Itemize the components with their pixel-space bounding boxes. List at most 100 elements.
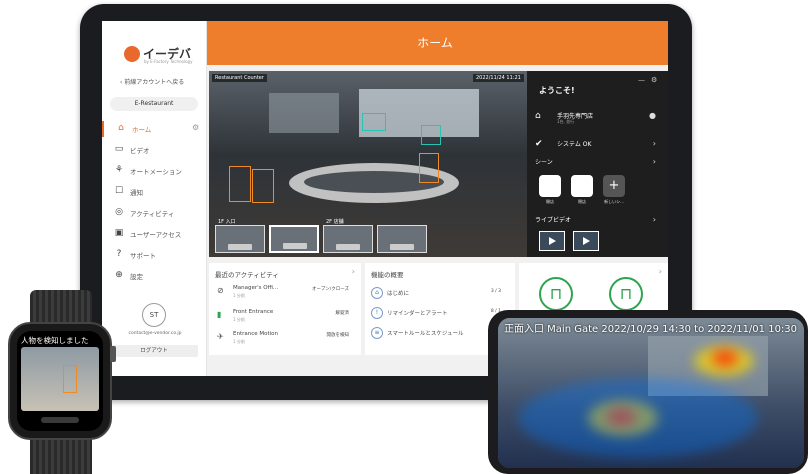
gear-icon[interactable]: ⚙ [651, 76, 663, 84]
activity-time: 1 分前 [233, 293, 245, 298]
scene-label: 閉店 [578, 199, 586, 204]
camera-thumbnail[interactable] [269, 225, 319, 253]
activity-status: 解錠済 [335, 311, 350, 316]
chevron-right-icon: › [652, 157, 656, 166]
user-email: contact@e-vendor.co.jp [128, 331, 182, 336]
video-icon: ▭ [114, 144, 124, 154]
camera-thumbnail-strip: 1F 入口 2F 店舗 [209, 219, 527, 257]
user-access-icon: ▣ [114, 228, 124, 238]
chevron-right-icon: › [652, 139, 656, 148]
activity-status: 開放を検知 [326, 333, 350, 338]
feature-row[interactable]: ! リマインダーとアラート 8 / 1 [371, 307, 501, 323]
camera-thumbnail[interactable]: 2F 店舗 [323, 219, 373, 253]
sidebar: イーデバ by E-Factory Technology ‹ 前線アカウントへ戻… [102, 21, 207, 376]
activity-row[interactable]: ▮ Front Entrance 1 分前 解錠済 [215, 307, 351, 329]
sidebar-item-label: アクティビティ [130, 210, 175, 218]
thumbnail-button[interactable] [336, 244, 360, 250]
key-icon: ⊘ [217, 286, 224, 295]
live-video-thumbnail[interactable] [539, 231, 565, 251]
minus-icon[interactable]: — [638, 76, 651, 84]
recent-activity-card: 最近のアクティビティ › ⊘ Manager's Offi... 1 分前 オー… [209, 263, 361, 355]
store-sub: 1台, 並行 [557, 119, 575, 124]
thumbnail-button[interactable] [283, 243, 307, 249]
sidebar-item-label: 設定 [130, 273, 143, 281]
home-icon: ⌂ [118, 123, 124, 133]
brand-logo-subtext: by E-Factory Technology [144, 59, 193, 64]
unlock-icon[interactable]: ⊓ [609, 277, 643, 311]
support-icon: ? [116, 249, 122, 259]
door-icon: ▮ [217, 310, 222, 319]
activity-title: Front Entrance [233, 309, 274, 315]
detection-box [63, 365, 77, 393]
avatar[interactable]: ST [142, 303, 166, 327]
activity-status: オープン/クローズ [311, 287, 349, 292]
feature-label: はじめに [387, 291, 410, 297]
activity-row[interactable]: ⊘ Manager's Offi... 1 分前 オープン/クローズ [215, 283, 351, 305]
camera-thumbnail[interactable]: 1F 入口 [215, 219, 265, 253]
back-to-account-link[interactable]: ‹ 前線アカウントへ戻る [120, 77, 184, 86]
watch-alert-text: 人物を検知しました [21, 336, 89, 345]
sidebar-item-user-access[interactable]: ▣ ユーザーアクセス [102, 226, 206, 242]
alert-icon: ! [371, 307, 383, 319]
sidebar-item-label: 通知 [130, 189, 143, 197]
sidebar-item-label: ユーザーアクセス [130, 231, 182, 239]
feature-row[interactable]: ≡ スマートルールとスケジュール 8 [371, 327, 501, 343]
thumbnail-label: 2F 店舗 [326, 219, 344, 225]
gear-icon[interactable]: ⚙ [192, 123, 199, 132]
sidebar-item-label: サポート [130, 252, 156, 260]
live-video-header[interactable]: ライブビデオ › [535, 211, 660, 233]
detection-box [229, 166, 251, 202]
thumbnail-button[interactable] [228, 244, 252, 250]
check-icon: ✔ [535, 139, 543, 149]
welcome-panel: —⚙ ようこそ! ⌂ 手羽先専門店 1台, 並行 ● ✔ システム OK › シ… [527, 71, 668, 257]
camera-thumbnail[interactable] [377, 225, 427, 253]
store-selector[interactable]: E-Restaurant [110, 97, 198, 111]
thumbnail-button[interactable] [390, 244, 414, 250]
camera-timestamp: 2022/11/24 11:21 [473, 74, 524, 82]
detection-box [419, 153, 439, 183]
brand-logo-icon [124, 46, 140, 62]
activity-row[interactable]: ✈ Entrance Motion 1 分前 開放を検知 [215, 329, 351, 351]
sidebar-item-activity[interactable]: ◎ アクティビティ [102, 205, 206, 221]
watch-camera-image[interactable] [21, 347, 99, 411]
notification-icon: ☐ [114, 186, 124, 196]
unlock-icon[interactable]: ⊓ [539, 277, 573, 311]
watch-crown[interactable] [110, 346, 116, 362]
sidebar-item-support[interactable]: ? サポート [102, 247, 206, 263]
sidebar-item-settings[interactable]: ⊕ 設定 [102, 268, 206, 284]
thumbnail-label: 1F 入口 [218, 219, 236, 225]
live-video-label: ライブビデオ [535, 217, 572, 224]
feature-row[interactable]: ⌂ はじめに 3 / 3 [371, 287, 501, 303]
sidebar-item-home[interactable]: ⌂ ホーム ⚙ [102, 121, 206, 137]
sidebar-item-label: ビデオ [130, 147, 150, 155]
sidebar-item-notifications[interactable]: ☐ 通知 [102, 184, 206, 200]
activity-title: Entrance Motion [233, 331, 279, 337]
add-scene-button[interactable]: + [603, 175, 625, 197]
scene-close-button[interactable] [571, 175, 593, 197]
scene-open-button[interactable] [539, 175, 561, 197]
camera-title: Restaurant Counter [212, 74, 267, 82]
logout-button[interactable]: ログアウト [110, 345, 198, 357]
sidebar-item-automation[interactable]: ⚘ オートメーション [102, 163, 206, 179]
info-icon[interactable]: ● [649, 111, 656, 120]
motion-icon: ✈ [217, 332, 224, 341]
sidebar-item-video[interactable]: ▭ ビデオ [102, 142, 206, 158]
system-status: システム OK [557, 141, 592, 148]
heatmap-overlay-text: 正面入口 Main Gate 2022/10/29 14:30 to 2022/… [504, 324, 798, 335]
scene-header[interactable]: シーン › [535, 153, 660, 175]
scene-label: 新しいシ... [604, 199, 624, 204]
chevron-right-icon[interactable]: › [352, 267, 355, 276]
watch-screen: 人物を検知しました [17, 331, 103, 431]
feature-count: 3 / 3 [490, 289, 501, 294]
store-icon: ⌂ [535, 111, 541, 121]
chevron-right-icon[interactable]: › [659, 267, 662, 276]
activity-icon: ◎ [115, 207, 123, 217]
activity-time: 1 分前 [233, 339, 245, 344]
settings-icon: ⊕ [115, 270, 123, 280]
scene-label: 開店 [546, 199, 554, 204]
live-video-thumbnail[interactable] [573, 231, 599, 251]
camera-feed[interactable]: Restaurant Counter 2022/11/24 11:21 1F 入… [209, 71, 527, 257]
detection-box [421, 125, 441, 145]
store-status-row[interactable]: ⌂ 手羽先専門店 1台, 並行 ● [535, 107, 660, 129]
live-video-buttons [539, 231, 659, 253]
